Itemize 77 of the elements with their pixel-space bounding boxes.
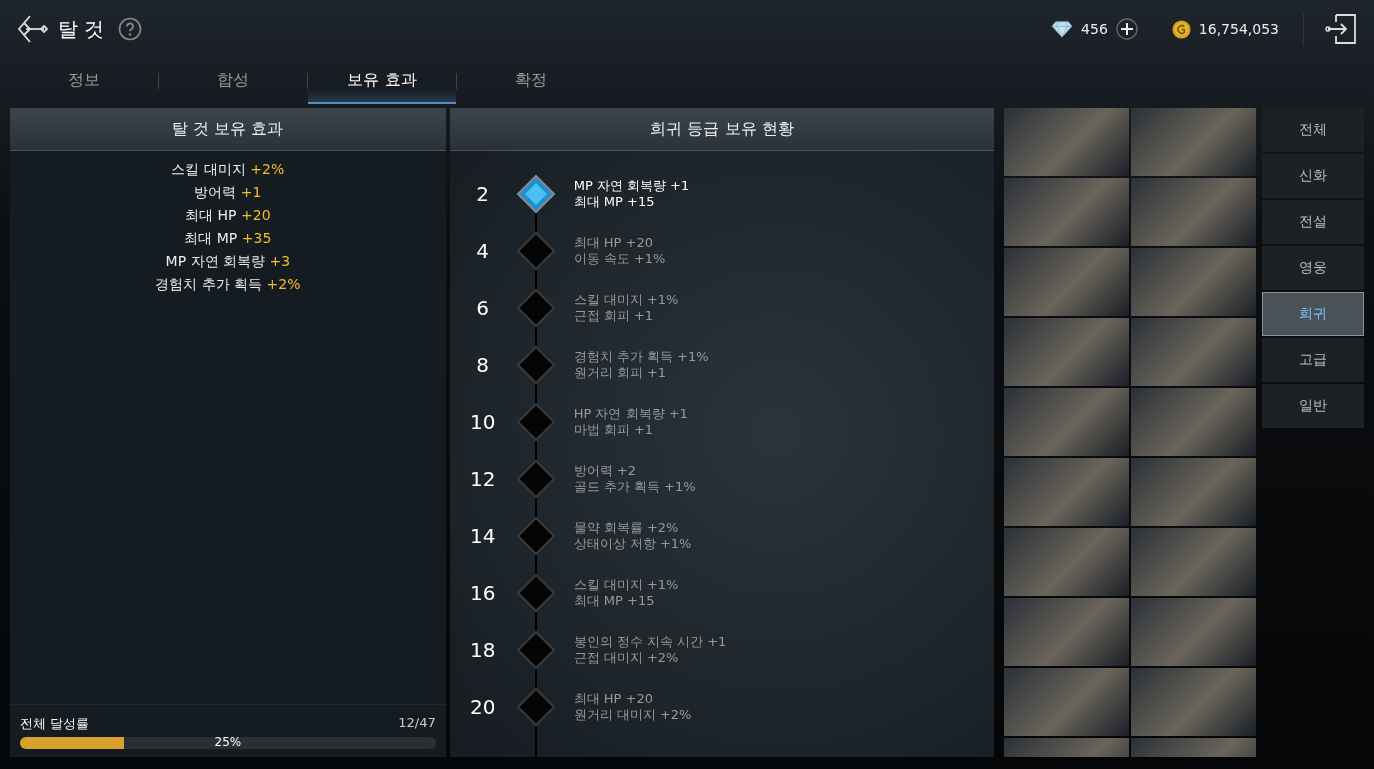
- panel-header: 희귀 등급 보유 현황: [449, 108, 995, 151]
- milestone-effect: 상태이상 저항 +1%: [573, 535, 692, 552]
- mount-portrait-placeholder[interactable]: [1131, 388, 1257, 456]
- plus-icon[interactable]: [1115, 18, 1138, 40]
- mount-portrait-placeholder[interactable]: [1004, 668, 1130, 736]
- currency-amount: 16,754,053: [1198, 21, 1279, 37]
- mount-portrait-placeholder[interactable]: [1004, 318, 1130, 386]
- milestone-effect: 근접 대미지 +2%: [573, 649, 680, 666]
- milestone-effect: 최대 MP +15: [573, 193, 656, 210]
- milestone-effect: 스킬 대미지 +1%: [573, 291, 679, 308]
- grade-filter[interactable]: 고급: [1262, 338, 1364, 382]
- milestone-effect: 방어력 +2: [573, 462, 637, 479]
- progress-percent: 25%: [213, 737, 243, 749]
- milestone-count: 8: [475, 352, 491, 377]
- mount-portrait-placeholder[interactable]: [1131, 108, 1257, 176]
- milestone-effect: 근접 회피 +1: [573, 307, 655, 324]
- tab[interactable]: 합성: [159, 58, 307, 104]
- milestone-effect: 원거리 회피 +1: [573, 364, 668, 381]
- progress-count: 12/47: [398, 715, 436, 732]
- mount-portrait-placeholder[interactable]: [1131, 668, 1257, 736]
- progress-label: 전체 달성률: [20, 715, 90, 733]
- mount-portrait-placeholder[interactable]: [1004, 178, 1130, 246]
- mount-portrait-placeholder[interactable]: [1131, 458, 1257, 526]
- milestone-count: 18: [468, 637, 497, 662]
- grade-filter[interactable]: 전설: [1262, 200, 1364, 244]
- mount-portrait-placeholder[interactable]: [1004, 458, 1130, 526]
- mount-portrait-placeholder[interactable]: [1131, 598, 1257, 666]
- grade-filter[interactable]: 영웅: [1262, 246, 1364, 290]
- grade-filter[interactable]: 전체: [1262, 108, 1364, 152]
- exit-icon[interactable]: [1324, 12, 1358, 46]
- mount-portrait-placeholder[interactable]: [1004, 598, 1130, 666]
- milestone-count: 2: [475, 181, 491, 206]
- mount-portrait-placeholder[interactable]: [1004, 388, 1130, 456]
- milestone-count: 10: [468, 409, 497, 434]
- milestone-count: 6: [475, 295, 491, 320]
- milestone-effect: 마법 회피 +1: [573, 421, 655, 438]
- milestone-effect: 최대 MP +15: [573, 592, 656, 609]
- milestone-effect: HP 자연 회복량 +1: [573, 405, 688, 422]
- mount-portrait-placeholder[interactable]: [1004, 248, 1130, 316]
- help-icon[interactable]: [118, 17, 143, 41]
- milestone-count: 20: [468, 694, 497, 719]
- mount-portrait-placeholder[interactable]: [1131, 318, 1257, 386]
- milestone-effect: 최대 HP +20: [573, 234, 654, 251]
- effect-line: 최대 MP +35: [184, 230, 272, 248]
- milestone-effect: 물약 회복률 +2%: [573, 519, 680, 536]
- mount-portrait-placeholder[interactable]: [1004, 108, 1130, 176]
- grade-filter[interactable]: 희귀: [1262, 292, 1364, 336]
- page-title: 탈 것: [58, 15, 105, 43]
- milestone-effect: 이동 속도 +1%: [573, 250, 666, 267]
- milestone-effect: MP 자연 회복량 +1: [573, 177, 690, 194]
- effect-line: 경험치 추가 획득 +2%: [155, 276, 301, 294]
- grade-filter[interactable]: 일반: [1262, 384, 1364, 428]
- mount-portrait-placeholder[interactable]: [1004, 528, 1130, 596]
- milestone-effect: 골드 추가 획득 +1%: [573, 478, 696, 495]
- milestone-count: 14: [468, 523, 497, 548]
- milestone-effect: 원거리 대미지 +2%: [573, 706, 692, 723]
- tab[interactable]: 정보: [10, 58, 158, 104]
- effect-line: 방어력 +1: [194, 184, 262, 202]
- milestone-count: 4: [475, 238, 491, 263]
- milestone-effect: 스킬 대미지 +1%: [573, 576, 679, 593]
- effect-line: 스킬 대미지 +2%: [171, 161, 285, 179]
- mount-portrait-placeholder[interactable]: [1131, 178, 1257, 246]
- tab[interactable]: 확정: [457, 58, 605, 104]
- diamond-count: 456: [1081, 21, 1108, 37]
- panel-header: 탈 것 보유 효과: [10, 108, 446, 151]
- effect-line: MP 자연 회복량 +3: [165, 253, 291, 271]
- milestone-effect: 봉인의 정수 지속 시간 +1: [573, 633, 727, 650]
- mount-portrait-placeholder[interactable]: [1131, 528, 1257, 596]
- effect-line: 최대 HP +20: [185, 207, 271, 225]
- coin-icon: [1171, 19, 1191, 39]
- grade-filter[interactable]: 신화: [1262, 154, 1364, 198]
- diamond-icon: [1051, 20, 1074, 38]
- milestone-effect: 최대 HP +20: [573, 690, 654, 707]
- milestone-count: 16: [468, 580, 497, 605]
- mount-portrait-placeholder[interactable]: [1131, 248, 1257, 316]
- milestone-count: 12: [468, 466, 497, 491]
- milestone-effect: 경험치 추가 획득 +1%: [573, 348, 709, 365]
